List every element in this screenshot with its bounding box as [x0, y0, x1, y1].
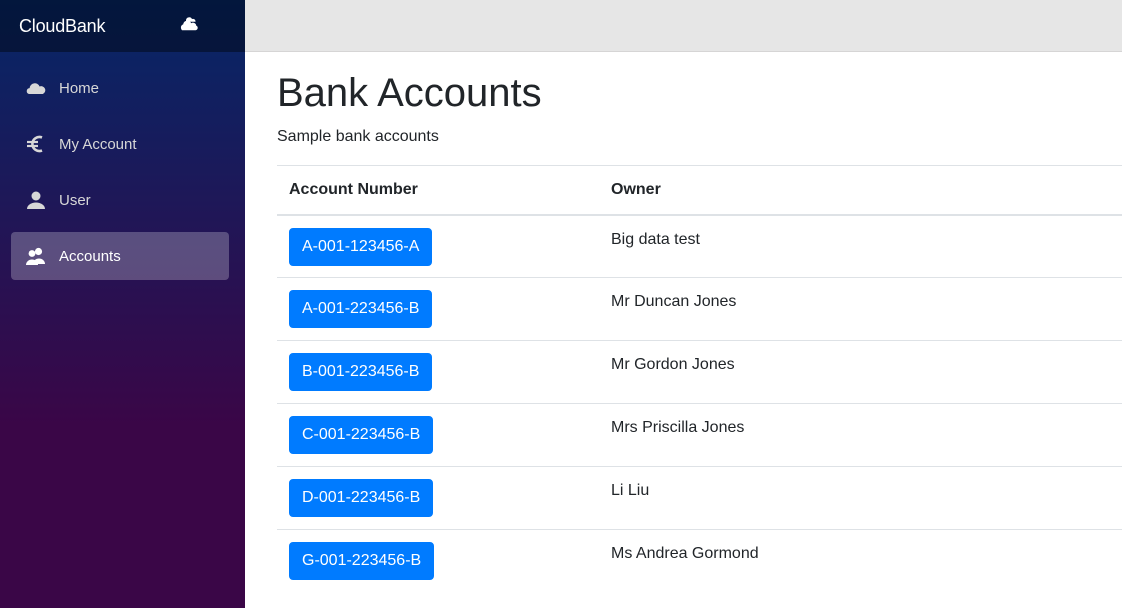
accounts-table: Account Number Owner A-001-123456-A Big … [277, 165, 1122, 593]
page-content: Bank Accounts Sample bank accounts Accou… [245, 52, 1122, 593]
column-header-account-number: Account Number [277, 165, 599, 216]
account-cell: D-001-223456-B [277, 466, 599, 530]
account-cell: B-001-223456-B [277, 340, 599, 404]
sidebar-item-label: My Account [59, 135, 137, 153]
table-row: C-001-223456-B Mrs Priscilla Jones [277, 403, 1122, 467]
clouds-icon [179, 11, 201, 31]
brand-name[interactable]: CloudBank [19, 16, 105, 37]
table-row: G-001-223456-B Ms Andrea Gormond [277, 530, 1122, 593]
account-cell: A-001-123456-A [277, 214, 599, 278]
owner-cell: Mr Duncan Jones [599, 277, 1122, 341]
account-number-button[interactable]: D-001-223456-B [289, 479, 434, 517]
account-number-button[interactable]: C-001-223456-B [289, 416, 434, 454]
page-subtitle: Sample bank accounts [277, 128, 439, 145]
sidebar-item-label: Accounts [59, 247, 121, 265]
owner-cell: Li Liu [599, 466, 1122, 530]
owner-cell: Big data test [599, 214, 1122, 278]
sidebar-item-accounts[interactable]: Accounts [11, 232, 229, 280]
app-root: CloudBank Home My Account User Accounts … [0, 0, 1122, 608]
sidebar-item-label: User [59, 191, 91, 209]
owner-cell: Mrs Priscilla Jones [599, 403, 1122, 467]
main-area: Bank Accounts Sample bank accounts Accou… [245, 0, 1122, 608]
owner-cell: Ms Andrea Gormond [611, 545, 759, 562]
top-row [245, 0, 1122, 52]
sidebar-item-label: Home [59, 79, 100, 97]
account-cell: A-001-223456-B [277, 277, 599, 341]
account-cell: G-001-223456-B [277, 530, 599, 593]
owner-cell: Mr Gordon Jones [599, 340, 1122, 404]
sidebar-item-user[interactable]: User [11, 176, 229, 224]
cloud-icon [25, 77, 47, 99]
account-number-button[interactable]: G-001-223456-B [289, 542, 435, 580]
sidebar-item-home[interactable]: Home [11, 64, 229, 112]
table-row: B-001-223456-B Mr Gordon Jones [277, 340, 1122, 404]
sidebar-nav: Home My Account User Accounts [0, 52, 245, 280]
account-number-button[interactable]: A-001-223456-B [289, 290, 433, 328]
sidebar-item-my-account[interactable]: My Account [11, 120, 229, 168]
page-title: Bank Accounts [277, 71, 542, 115]
sidebar: CloudBank Home My Account User Accounts [0, 0, 245, 608]
table-row: D-001-223456-B Li Liu [277, 466, 1122, 530]
people-icon [25, 245, 47, 267]
table-row: A-001-223456-B Mr Duncan Jones [277, 277, 1122, 341]
table-row: A-001-123456-A Big data test [277, 214, 1122, 278]
euro-icon [25, 133, 47, 155]
person-icon [25, 189, 47, 211]
column-header-owner: Owner [599, 165, 1122, 216]
table-header-row: Account Number Owner [277, 165, 1122, 216]
account-cell: C-001-223456-B [277, 403, 599, 467]
account-number-button[interactable]: B-001-223456-B [289, 353, 433, 391]
account-number-button[interactable]: A-001-123456-A [289, 227, 433, 266]
brand-bar: CloudBank [0, 0, 245, 52]
